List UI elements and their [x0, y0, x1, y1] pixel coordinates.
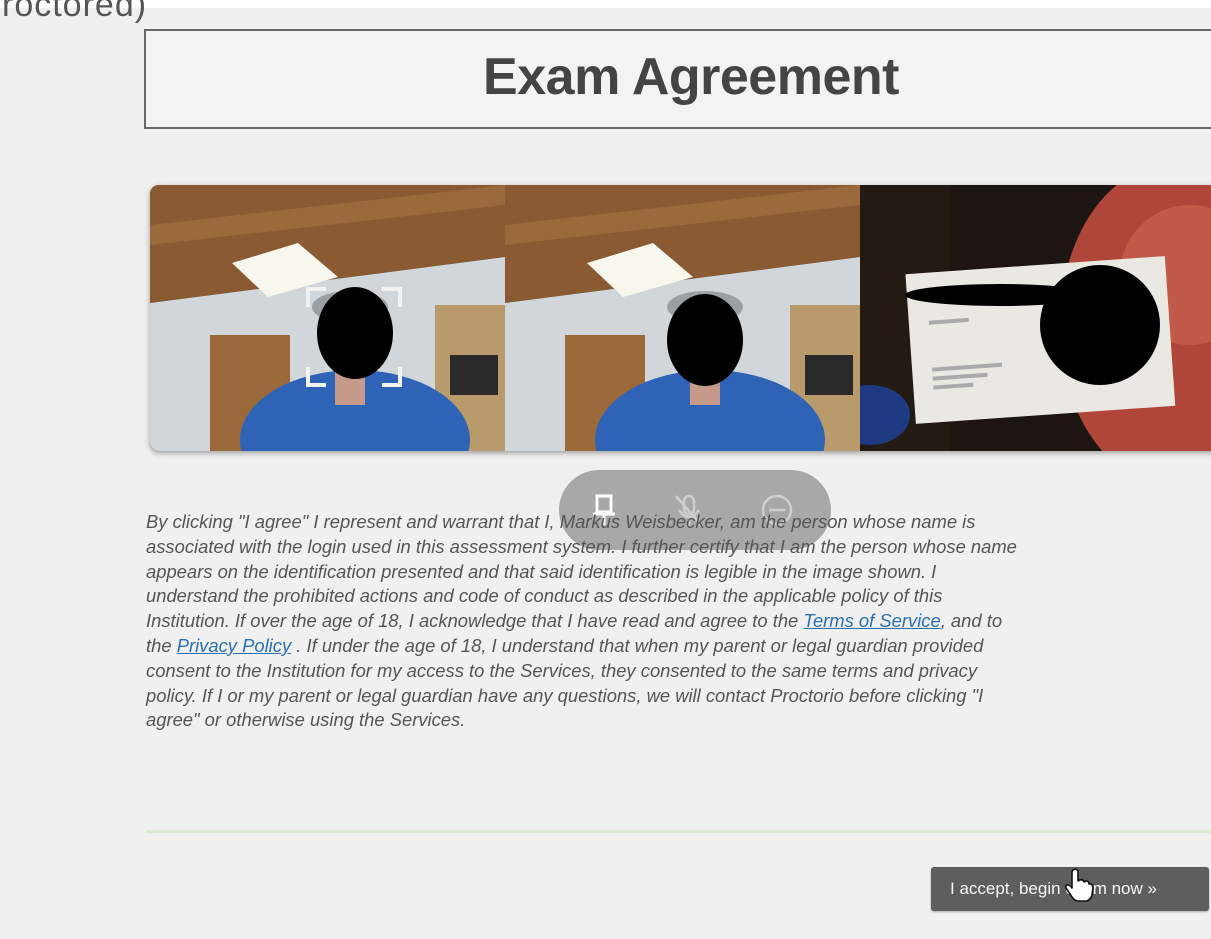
agreement-line: understand the prohibited actions and co… [146, 585, 943, 607]
agreement-line: associated with the login used in this a… [146, 535, 1017, 557]
terms-of-service-link[interactable]: Terms of Service [803, 610, 940, 631]
page-title: Exam Agreement [483, 48, 899, 106]
agreement-line: Institution. If over the age of 18, I ac… [146, 609, 1211, 634]
agreement-line: By clicking "I agree" I represent and wa… [146, 511, 976, 532]
agreement-line-text: Institution. If over the age of 18, I ac… [146, 610, 804, 632]
id-card-photo [860, 185, 1211, 451]
agreement-line: the Privacy Policy . If under the age of… [146, 634, 1211, 659]
agreement-line-text: . If under the age of 18, I understand t… [291, 634, 984, 656]
divider [146, 830, 1211, 833]
verification-photos [150, 185, 1211, 451]
agreement-line: appears on the identification presented … [146, 560, 937, 582]
hand-cursor-icon [1064, 868, 1094, 902]
face-photo-1 [150, 185, 505, 451]
exam-agreement-page: roctored) Exam Agreement By clicking "I … [0, 0, 1211, 939]
agreement-text: By clicking "I agree" I represent and wa… [146, 510, 1211, 733]
agreement-line: agree" or otherwise using the Services. [146, 709, 466, 731]
agreement-line-text: , and to [940, 610, 1003, 632]
agreement-line-text: the [146, 634, 177, 656]
agreement-line: consent to the Institution for my access… [146, 659, 978, 681]
header-cut-text: roctored) [2, 0, 148, 24]
top-strip [0, 0, 1211, 8]
title-box: Exam Agreement [144, 29, 1211, 129]
agreement-line: policy. If I or my parent or legal guard… [146, 684, 984, 706]
privacy-policy-link[interactable]: Privacy Policy [177, 635, 291, 656]
face-photo-2 [505, 185, 860, 451]
